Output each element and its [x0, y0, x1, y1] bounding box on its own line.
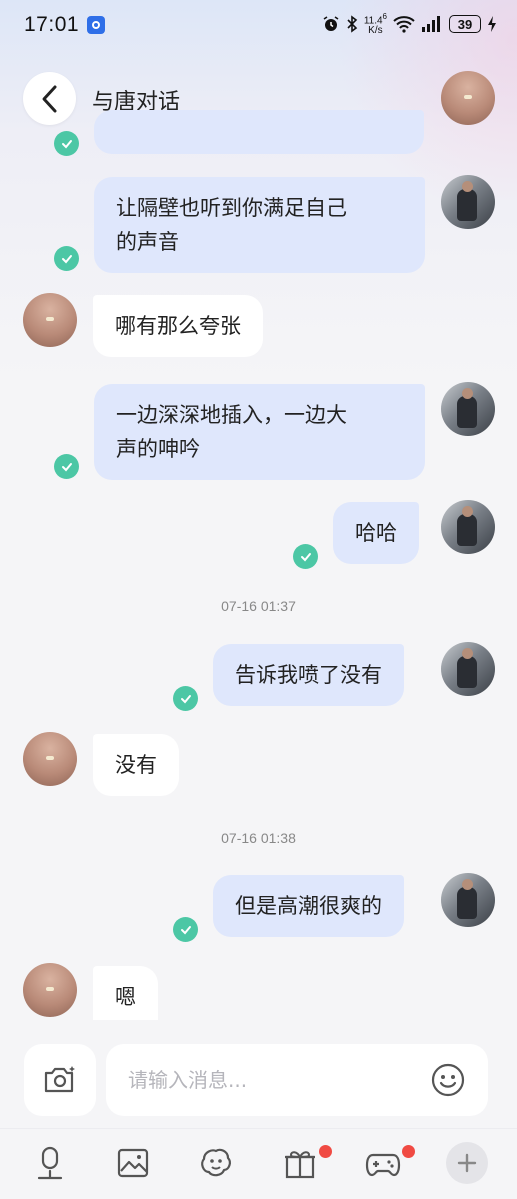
back-button[interactable] — [23, 72, 76, 125]
message-input[interactable] — [128, 1064, 408, 1096]
message-text-line: 一边深深地插入，一边大 — [116, 403, 347, 427]
wifi-icon — [393, 16, 415, 33]
message-text-line: 让隔壁也听到你满足自己 — [116, 196, 347, 220]
bluetooth-icon — [347, 15, 358, 33]
emoji-icon[interactable] — [430, 1062, 466, 1098]
message-bubble-theirs[interactable]: 哪有那么夸张 — [93, 295, 263, 357]
message-text: 哪有那么夸张 — [115, 314, 241, 338]
message-text: 但是高潮很爽的 — [235, 894, 382, 918]
read-check-icon — [173, 686, 198, 711]
message-text: 没有 — [115, 753, 157, 777]
game-icon[interactable] — [365, 1145, 401, 1181]
my-avatar[interactable] — [441, 382, 495, 436]
signal-icon — [422, 16, 440, 33]
status-time: 17:01 — [24, 13, 80, 36]
message-text: 哈哈 — [355, 521, 397, 545]
message-text: 告诉我喷了没有 — [235, 663, 382, 687]
bottom-toolbar — [0, 1128, 517, 1199]
read-check-icon — [54, 246, 79, 271]
message-text-line: 声的呻吟 — [116, 437, 200, 461]
my-avatar[interactable] — [441, 175, 495, 229]
message-bubble-theirs[interactable]: 嗯 — [93, 966, 158, 1020]
composer — [0, 1040, 517, 1120]
my-avatar[interactable] — [441, 873, 495, 927]
my-avatar[interactable] — [441, 642, 495, 696]
message-bubble-mine[interactable]: 但是高潮很爽的 — [213, 875, 404, 937]
message-bubble-theirs[interactable]: 没有 — [93, 734, 179, 796]
read-check-icon — [54, 131, 79, 156]
battery-indicator: 39 — [449, 15, 481, 34]
chevron-left-icon — [42, 85, 56, 112]
game-badge — [402, 1145, 415, 1158]
alarm-icon — [323, 16, 339, 32]
voice-icon[interactable] — [32, 1145, 68, 1181]
camera-icon — [44, 1066, 75, 1093]
read-check-icon — [293, 544, 318, 569]
contact-avatar[interactable] — [23, 293, 77, 347]
contact-avatar[interactable] — [441, 71, 495, 125]
message-bubble-mine[interactable]: 告诉我喷了没有 — [213, 644, 404, 706]
timestamp: 07-16 01:37 — [221, 598, 296, 614]
image-icon[interactable] — [115, 1145, 151, 1181]
message-bubble-mine[interactable]: 哈哈 — [333, 502, 419, 564]
app-notification-icon — [87, 16, 106, 34]
sticker-icon[interactable] — [198, 1145, 234, 1181]
message-input-box — [106, 1044, 488, 1116]
network-speed: 11.46 K/s — [363, 12, 387, 37]
contact-avatar[interactable] — [23, 963, 77, 1017]
message-text: 嗯 — [115, 985, 136, 1009]
my-avatar[interactable] — [441, 500, 495, 554]
message-bubble-mine[interactable]: 一边深深地插入，一边大 声的呻吟 — [94, 384, 425, 480]
more-button[interactable] — [446, 1142, 488, 1184]
charging-icon — [488, 16, 496, 33]
contact-avatar[interactable] — [23, 732, 77, 786]
status-icons: 11.46 K/s 39 — [322, 12, 497, 36]
camera-button[interactable] — [24, 1044, 96, 1116]
read-check-icon — [173, 917, 198, 942]
message-bubble-mine[interactable]: 让隔壁也听到你满足自己 的声音 — [94, 177, 425, 273]
gift-badge — [319, 1145, 332, 1158]
read-check-icon — [54, 454, 79, 479]
timestamp: 07-16 01:38 — [221, 830, 296, 846]
status-bar: 17:01 11.46 K/s 39 — [0, 0, 517, 50]
message-bubble-clipped — [94, 110, 424, 154]
plus-icon — [457, 1153, 477, 1173]
message-text-line: 的声音 — [116, 230, 179, 254]
gift-icon[interactable] — [282, 1145, 318, 1181]
